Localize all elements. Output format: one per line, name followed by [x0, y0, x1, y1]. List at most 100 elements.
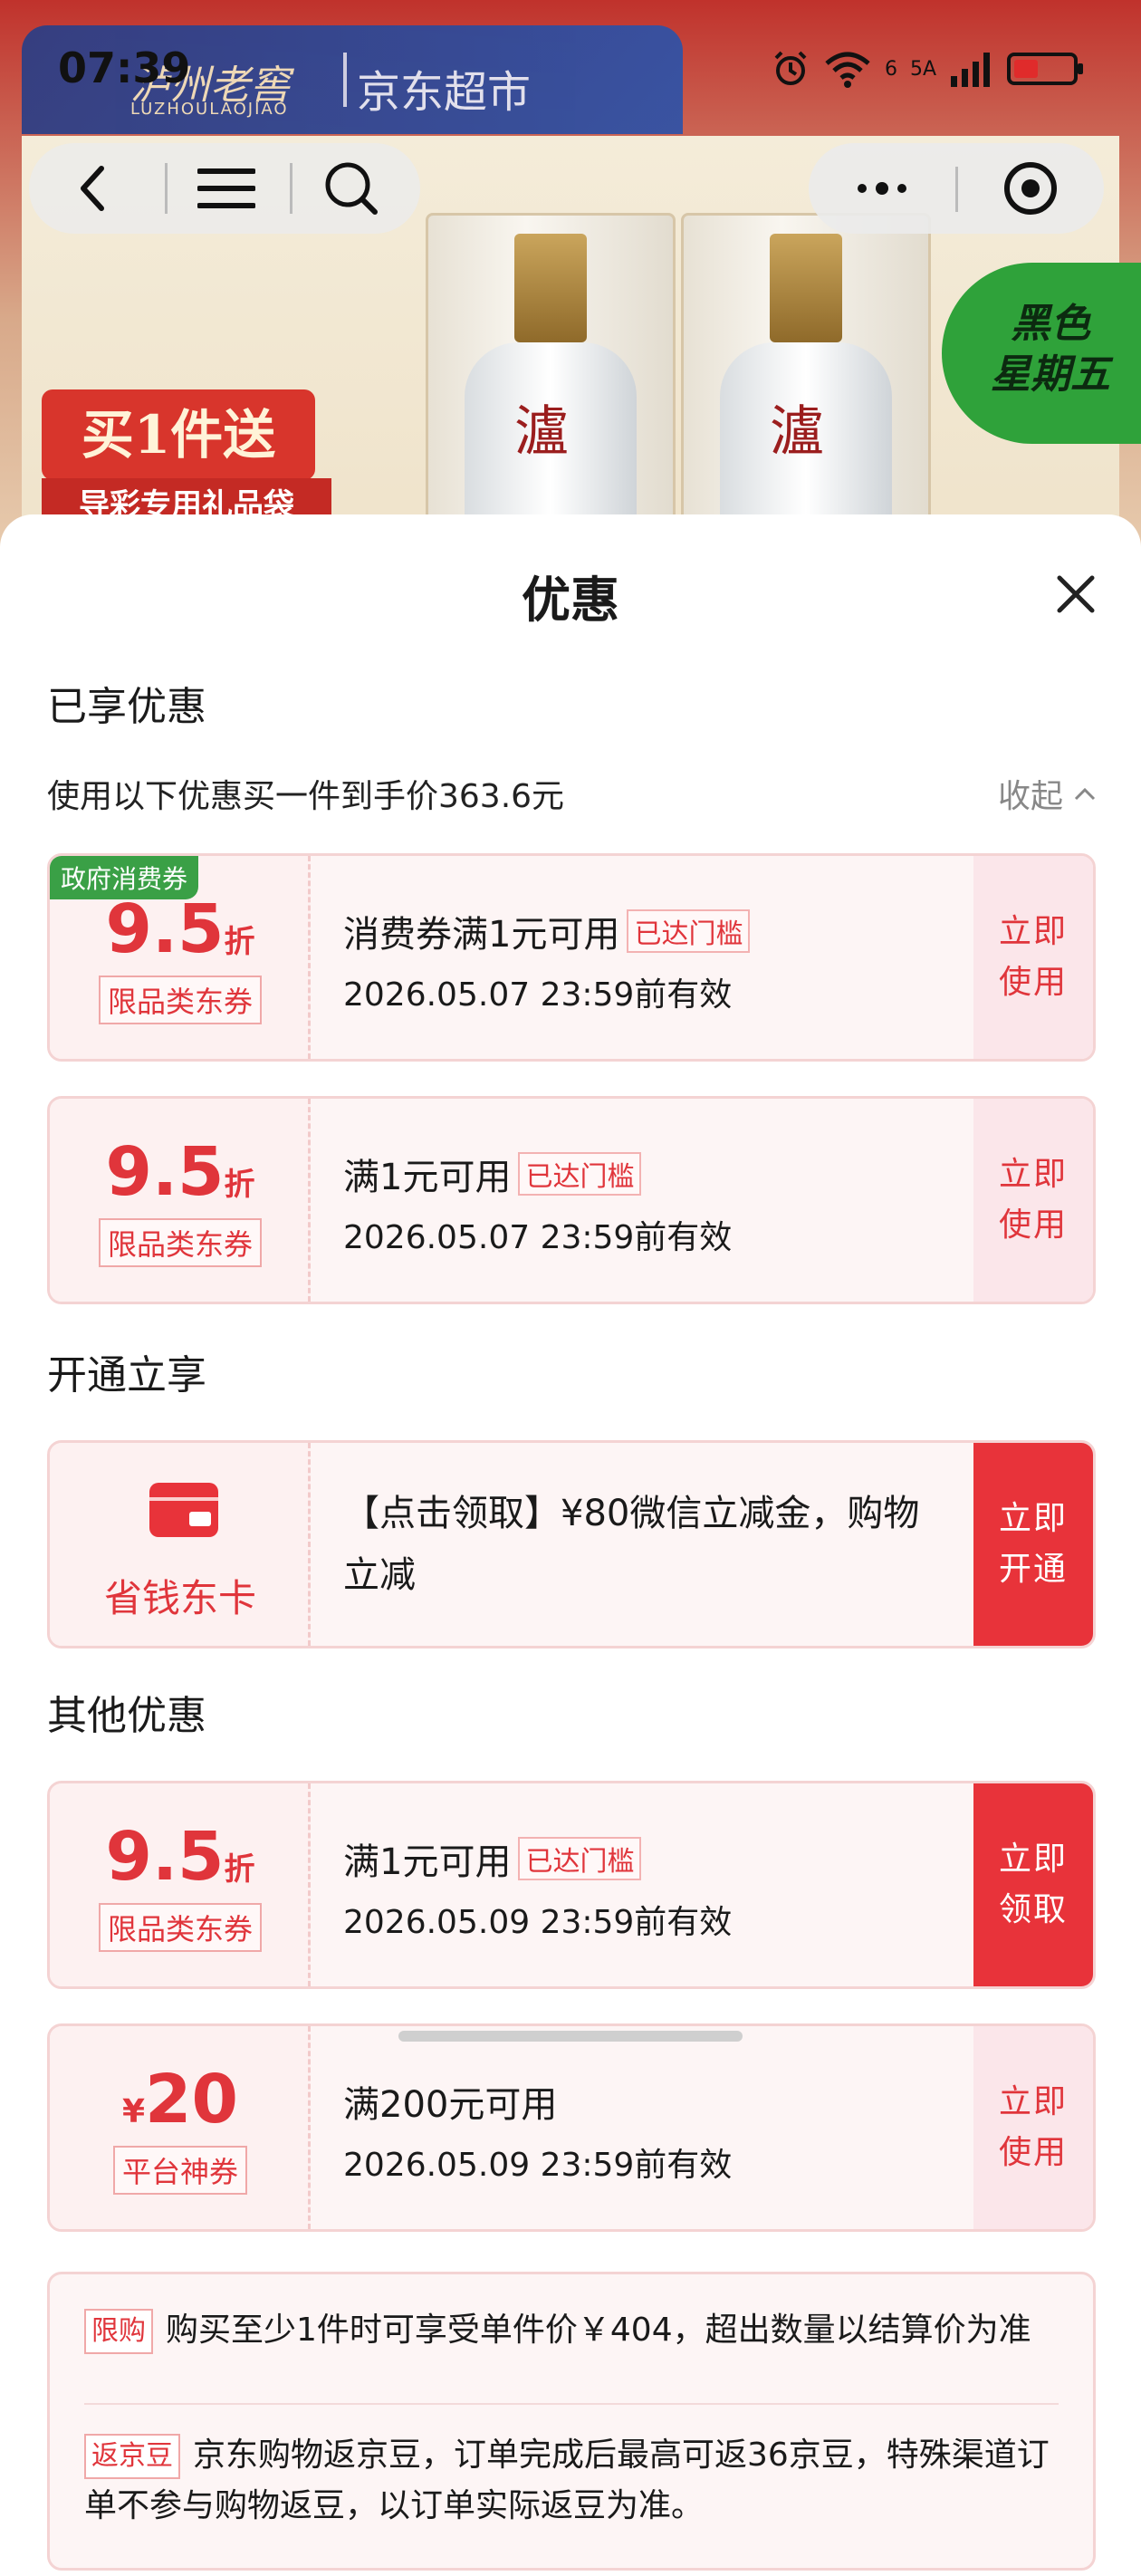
coupon-value-area: 9.5折 限品类东券: [50, 1099, 311, 1302]
threshold-reached-badge: 已达门槛: [518, 1837, 642, 1880]
action-label: 使用: [998, 964, 1068, 1001]
discount-value: 9.5: [105, 1133, 225, 1211]
coupon-info: 消费券满1元可用 已达门槛 2026.05.07 23:59前有效: [311, 856, 973, 1059]
chevron-up-icon: [1074, 787, 1096, 801]
promo-tag: 买1件送: [42, 389, 315, 480]
sheet-title: 优惠: [522, 572, 619, 629]
action-label: 立即: [998, 1500, 1068, 1537]
target-icon: [1004, 162, 1057, 215]
note-text: 购买至少1件时可享受单件价￥404，超出数量以结算价为准: [166, 2312, 1031, 2349]
coupon-value-area: 政府消费券 9.5折 限品类东券: [50, 856, 311, 1059]
coupon-card: ¥20 平台神券 满200元可用 2026.05.09 23:59前有效 立即 …: [47, 2023, 1096, 2232]
network-label: 5A: [909, 57, 936, 81]
bottle-mark: 瀘: [770, 400, 824, 464]
savings-card-offer: 省钱东卡 【点击领取】¥80微信立减金，购物立减 立即 开通: [47, 1440, 1096, 1648]
coupon-expiry: 2026.05.07 23:59前有效: [343, 1219, 733, 1256]
threshold-reached-badge: 已达门槛: [627, 909, 751, 953]
more-button[interactable]: [814, 143, 950, 234]
activate-now-button[interactable]: 立即 开通: [973, 1443, 1093, 1646]
section-title-open: 开通立享: [47, 1352, 206, 1399]
note-tag: 限购: [84, 2309, 153, 2354]
jingdou-rebate-note: 返京豆 京东购物返京豆，订单完成后最高可返36京豆，特殊渠道订单不参与购物返豆，以…: [84, 2430, 1066, 2532]
action-label: 领取: [998, 1891, 1068, 1928]
black-friday-badge: 黑色 星期五: [942, 263, 1141, 444]
claim-now-button[interactable]: 立即 领取: [973, 1783, 1093, 1986]
card-icon: [149, 1483, 218, 1537]
status-time: 07:39: [58, 43, 191, 92]
action-label: 立即: [998, 1156, 1068, 1193]
currency-symbol: ¥: [121, 2093, 146, 2130]
coupon-condition: 消费券满1元可用: [343, 914, 620, 956]
note-text: 京东购物返京豆，订单完成后最高可返36京豆，特殊渠道订单不参与购物返豆，以订单实…: [84, 2437, 1050, 2524]
coupon-card: 9.5折 限品类东券 满1元可用 已达门槛 2026.05.07 23:59前有效…: [47, 1096, 1096, 1304]
coupon-type: 限品类东券: [98, 976, 262, 1024]
coupon-type: 限品类东券: [98, 1218, 262, 1267]
action-label: 开通: [998, 1551, 1068, 1588]
savings-card-label: 省钱东卡: [103, 1576, 256, 1620]
coupon-info: 满1元可用 已达门槛 2026.05.09 23:59前有效: [311, 1783, 973, 1986]
collapse-toggle[interactable]: 收起: [998, 770, 1098, 817]
wifi-icon: [825, 52, 870, 88]
coupon-info: 满1元可用 已达门槛 2026.05.07 23:59前有效: [311, 1099, 973, 1302]
discount-unit: 折: [224, 924, 255, 960]
discount-value: 9.5: [105, 1818, 225, 1896]
close-icon: [1057, 575, 1095, 613]
chevron-left-icon: [81, 166, 104, 211]
brand-name-en: LUZHOULAOJIAO: [130, 100, 289, 119]
action-label: 使用: [998, 1206, 1068, 1244]
badge-line: 星期五: [991, 351, 1110, 398]
action-label: 立即: [998, 2083, 1068, 2120]
coupon-card: 政府消费券 9.5折 限品类东券 消费券满1元可用 已达门槛 2026.05.07…: [47, 853, 1096, 1062]
offer-info: 【点击领取】¥80微信立减金，购物立减: [311, 1443, 973, 1646]
status-bar: 07:39 6 5A: [0, 36, 1141, 100]
search-icon: [325, 162, 378, 215]
battery-icon: [1007, 53, 1083, 85]
coupon-value-area: ¥20 平台神券: [50, 2026, 311, 2229]
divider: [84, 2403, 1059, 2405]
action-label: 立即: [998, 1841, 1068, 1878]
offer-notes: 限购 购买至少1件时可享受单件价￥404，超出数量以结算价为准 返京豆 京东购物返京…: [47, 2272, 1096, 2571]
nav-capsule-left: [29, 143, 420, 234]
home-indicator[interactable]: [398, 2031, 743, 2042]
note-tag: 返京豆: [84, 2434, 180, 2479]
section-title-other: 其他优惠: [47, 1693, 206, 1739]
search-button[interactable]: [297, 143, 406, 234]
network-label: 6: [884, 57, 897, 81]
final-price-line: 使用以下优惠买一件到手价363.6元: [47, 778, 565, 815]
back-button[interactable]: [38, 143, 147, 234]
purchase-limit-note: 限购 购买至少1件时可享受单件价￥404，超出数量以结算价为准: [84, 2305, 1066, 2356]
action-label: 立即: [998, 913, 1068, 950]
use-now-button[interactable]: 立即 使用: [973, 1099, 1093, 1302]
discount-unit: 折: [224, 1167, 255, 1203]
threshold-reached-badge: 已达门槛: [518, 1152, 642, 1196]
discount-unit: 折: [224, 1851, 255, 1888]
signal-icon: [951, 53, 990, 87]
coupon-expiry: 2026.05.09 23:59前有效: [343, 2147, 733, 2184]
close-miniprogram-button[interactable]: [963, 143, 1098, 234]
coupon-condition: 满1元可用: [343, 1157, 512, 1198]
discount-value: 9.5: [105, 890, 225, 968]
coupon-type: 限品类东券: [98, 1903, 262, 1952]
savings-card-area: 省钱东卡: [50, 1443, 311, 1646]
offers-sheet: 优惠 已享优惠 使用以下优惠买一件到手价363.6元 收起 政府消费券 9.5折…: [0, 514, 1141, 2576]
coupon-info: 满200元可用 2026.05.09 23:59前有效: [311, 2026, 973, 2229]
nav-capsule-right: [809, 143, 1104, 234]
section-title-enjoyed: 已享优惠: [47, 684, 206, 730]
menu-icon: [197, 168, 255, 208]
coupon-condition: 满200元可用: [343, 2084, 558, 2126]
coupon-condition: 满1元可用: [343, 1841, 512, 1883]
coupon-card: 9.5折 限品类东券 满1元可用 已达门槛 2026.05.09 23:59前有效…: [47, 1781, 1096, 1989]
close-button[interactable]: [1050, 569, 1101, 620]
bottle-mark: 瀘: [514, 400, 569, 464]
use-now-button[interactable]: 立即 使用: [973, 2026, 1093, 2229]
coupon-type: 平台神券: [112, 2146, 247, 2195]
action-label: 使用: [998, 2134, 1068, 2171]
coupon-value-area: 9.5折 限品类东券: [50, 1783, 311, 1986]
menu-button[interactable]: [172, 143, 281, 234]
coupon-amount: 20: [145, 2061, 239, 2139]
alarm-icon: [774, 51, 807, 85]
coupon-expiry: 2026.05.07 23:59前有效: [343, 976, 733, 1014]
collapse-label: 收起: [997, 778, 1063, 815]
use-now-button[interactable]: 立即 使用: [973, 856, 1093, 1059]
coupon-expiry: 2026.05.09 23:59前有效: [343, 1904, 733, 1941]
